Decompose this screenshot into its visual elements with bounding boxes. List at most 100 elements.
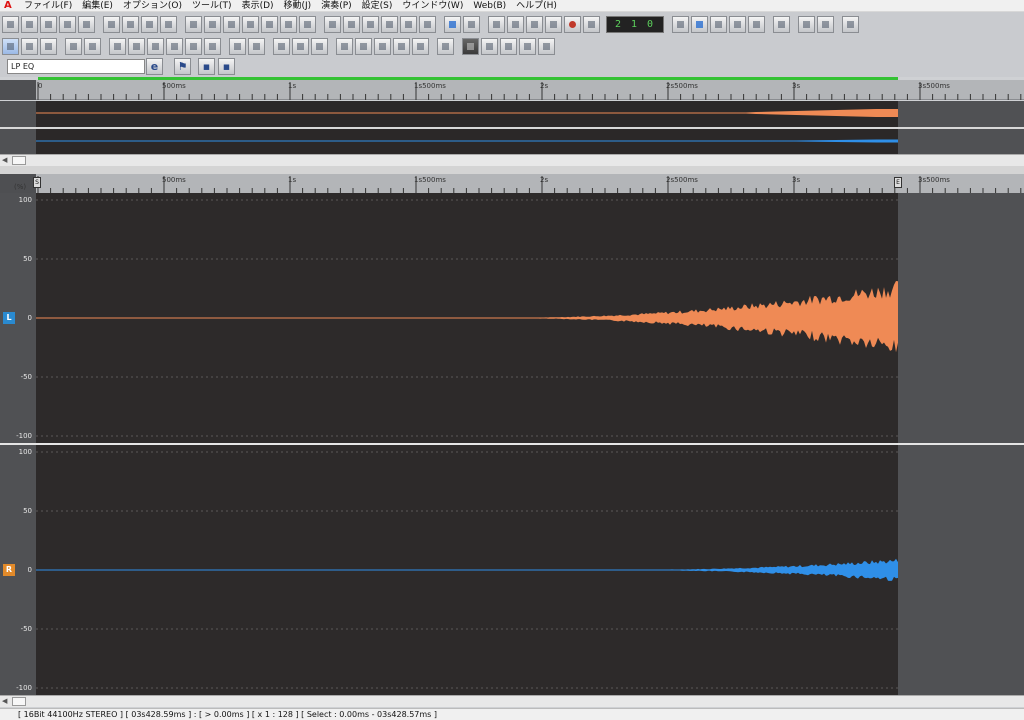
effect-rack-icon[interactable] bbox=[444, 15, 461, 33]
wave-shape-icon[interactable] bbox=[729, 15, 746, 33]
export-audio-icon[interactable] bbox=[78, 15, 95, 33]
flag-icon[interactable] bbox=[748, 15, 765, 33]
open-folder-icon[interactable] bbox=[21, 15, 38, 33]
undo-icon[interactable] bbox=[65, 38, 82, 55]
rewind-icon[interactable] bbox=[507, 15, 524, 33]
arrow-left-line-icon[interactable] bbox=[538, 38, 555, 55]
ramp-down-icon[interactable] bbox=[519, 38, 536, 55]
loop-icon[interactable] bbox=[773, 15, 790, 33]
tempo-icon[interactable] bbox=[842, 15, 859, 33]
overview-scroll-thumb[interactable] bbox=[12, 156, 26, 165]
menu-help[interactable]: ヘルプ(H) bbox=[511, 0, 562, 12]
new-file-icon[interactable] bbox=[2, 15, 19, 33]
list-view-icon[interactable] bbox=[242, 15, 259, 33]
marker-flag-button[interactable]: ⚑ bbox=[174, 58, 191, 75]
effect-preset-select[interactable]: LP EQ bbox=[7, 59, 145, 74]
chord-icon[interactable] bbox=[400, 15, 417, 33]
end-marker[interactable]: E bbox=[894, 177, 902, 188]
copy-region-icon[interactable] bbox=[166, 38, 183, 55]
metronome-icon[interactable] bbox=[672, 15, 689, 33]
left-channel-badge[interactable]: L bbox=[3, 312, 15, 324]
main-ruler[interactable]: 500ms 1s 1s500ms 2s 2s500ms 3s 3s500ms S… bbox=[0, 174, 1024, 194]
midi-note-icon[interactable] bbox=[817, 15, 834, 33]
scroll-left-icon[interactable]: ◀ bbox=[2, 697, 7, 705]
paste-icon[interactable] bbox=[141, 15, 158, 33]
metronome-small-icon[interactable] bbox=[437, 38, 454, 55]
fade-in-icon[interactable] bbox=[229, 38, 246, 55]
insert-silence-icon[interactable] bbox=[109, 38, 126, 55]
stream-icon[interactable] bbox=[463, 15, 480, 33]
scroll-left-icon[interactable]: ◀ bbox=[2, 156, 7, 164]
overview-ruler[interactable]: 0 500ms 1s 1s500ms 2s 2s500ms 3s 3s500ms bbox=[0, 80, 1024, 100]
shield-icon[interactable] bbox=[691, 15, 708, 33]
play-icon[interactable] bbox=[526, 15, 543, 33]
fade-out-icon[interactable] bbox=[248, 38, 265, 55]
step-forward-icon[interactable] bbox=[412, 38, 429, 55]
menu-view[interactable]: 表示(D) bbox=[237, 0, 279, 12]
menu-web[interactable]: Web(B) bbox=[468, 0, 511, 12]
normalize-icon[interactable] bbox=[273, 38, 290, 55]
menu-tools[interactable]: ツール(T) bbox=[187, 0, 237, 12]
redo-icon[interactable] bbox=[84, 38, 101, 55]
menu-window[interactable]: ウインドウ(W) bbox=[397, 0, 468, 12]
piano-keys-icon[interactable] bbox=[798, 15, 815, 33]
menu-play[interactable]: 演奏(P) bbox=[316, 0, 356, 12]
cut-icon[interactable] bbox=[103, 15, 120, 33]
track-view-icon[interactable] bbox=[223, 15, 240, 33]
mixer-icon[interactable] bbox=[185, 15, 202, 33]
rewind-to-start-icon[interactable] bbox=[488, 15, 505, 33]
transport-counter: 2 1 0 bbox=[606, 15, 664, 33]
zoom-window-icon[interactable] bbox=[324, 15, 341, 33]
waveform-editor[interactable]: 100 50 0 -50 -100 L 100 50 0 -50 -100 R bbox=[0, 193, 1024, 695]
ramp-up-icon[interactable] bbox=[500, 38, 517, 55]
piano-roll-icon[interactable] bbox=[343, 15, 360, 33]
main-scroll-thumb[interactable] bbox=[12, 697, 26, 706]
music-note-icon[interactable] bbox=[419, 15, 436, 33]
document-icon[interactable] bbox=[311, 38, 328, 55]
main-scrollbar[interactable]: ◀ bbox=[0, 695, 1024, 707]
pencil-line-icon[interactable] bbox=[40, 38, 57, 55]
spectrum-icon[interactable] bbox=[481, 38, 498, 55]
select-arrow-icon[interactable] bbox=[2, 38, 19, 55]
guitar-icon[interactable] bbox=[362, 15, 379, 33]
audio-editor-icon[interactable] bbox=[381, 15, 398, 33]
menu-settings[interactable]: 設定(S) bbox=[357, 0, 398, 12]
paste-mix-icon[interactable] bbox=[160, 15, 177, 33]
menu-options[interactable]: オプション(O) bbox=[118, 0, 187, 12]
wave-list-icon[interactable] bbox=[299, 15, 316, 33]
go-start-icon[interactable] bbox=[336, 38, 353, 55]
ov-tick-label: 3s bbox=[792, 82, 801, 90]
marker-prev-button[interactable]: ▪ bbox=[198, 58, 215, 75]
fast-forward-icon[interactable] bbox=[583, 15, 600, 33]
save-as-icon[interactable] bbox=[59, 15, 76, 33]
disc-icon[interactable] bbox=[462, 38, 479, 55]
step-back-icon[interactable] bbox=[355, 38, 372, 55]
copy-icon[interactable] bbox=[122, 15, 139, 33]
start-marker[interactable]: S bbox=[33, 177, 41, 188]
overview-panel[interactable] bbox=[0, 101, 1024, 154]
overview-scrollbar[interactable]: ◀ bbox=[0, 154, 1024, 166]
level-meter-icon[interactable] bbox=[204, 15, 221, 33]
score-view-icon[interactable] bbox=[261, 15, 278, 33]
event-list-icon[interactable] bbox=[280, 15, 297, 33]
save-icon[interactable] bbox=[40, 15, 57, 33]
trim-icon[interactable] bbox=[128, 38, 145, 55]
preview-play-icon[interactable] bbox=[374, 38, 391, 55]
menu-edit[interactable]: 編集(E) bbox=[77, 0, 118, 12]
preview-stop-icon[interactable] bbox=[393, 38, 410, 55]
effect-apply-button[interactable]: e bbox=[146, 58, 163, 75]
record-icon[interactable] bbox=[564, 15, 581, 33]
stop-icon[interactable] bbox=[545, 15, 562, 33]
menu-move[interactable]: 移動(J) bbox=[279, 0, 317, 12]
right-channel-badge[interactable]: R bbox=[3, 564, 15, 576]
ov-tick-label: 500ms bbox=[162, 82, 186, 90]
menu-file[interactable]: ファイル(F) bbox=[19, 0, 77, 12]
equalizer-icon[interactable] bbox=[292, 38, 309, 55]
paste-region-icon[interactable] bbox=[185, 38, 202, 55]
tuning-fork-icon[interactable] bbox=[710, 15, 727, 33]
panel-divider[interactable] bbox=[0, 166, 1024, 174]
marker-next-button[interactable]: ▪ bbox=[218, 58, 235, 75]
zoom-icon[interactable] bbox=[21, 38, 38, 55]
eraser-icon[interactable] bbox=[204, 38, 221, 55]
delete-region-icon[interactable] bbox=[147, 38, 164, 55]
